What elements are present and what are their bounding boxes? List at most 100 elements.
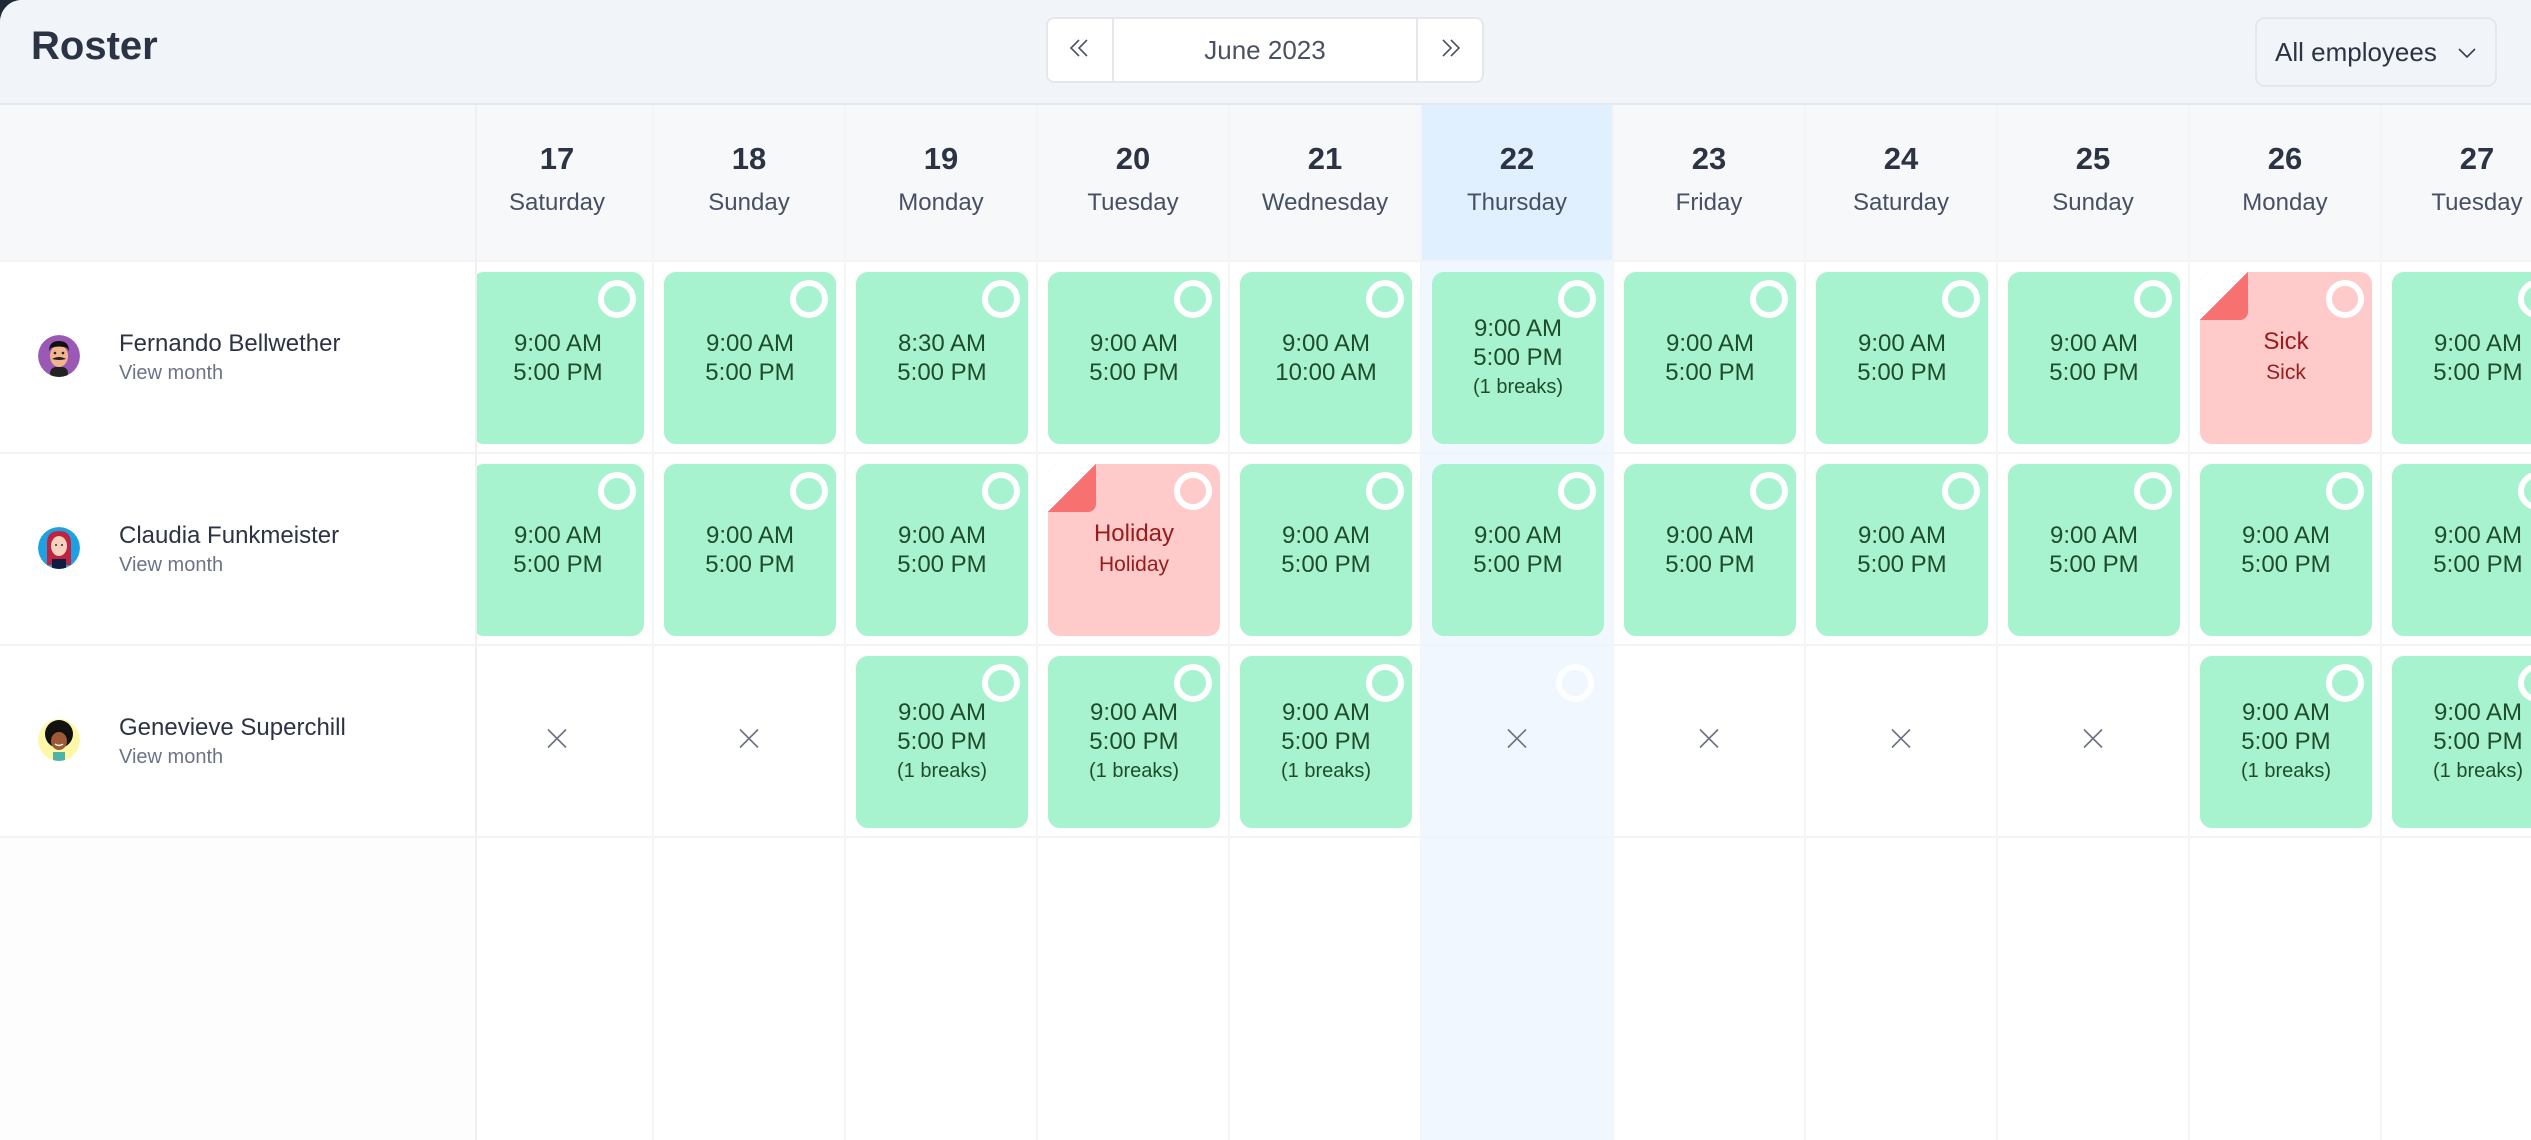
view-month-link[interactable]: View month (119, 362, 223, 385)
roster-cell[interactable]: 9:00 AM 5:00 PM (1614, 262, 1804, 454)
roster-cell[interactable]: 9:00 AM 5:00 PM (1998, 454, 2188, 646)
roster-cell[interactable]: 9:00 AM 5:00 PM (462, 454, 652, 646)
select-circle-icon[interactable] (1942, 472, 1980, 510)
roster-cell[interactable]: 9:00 AM 5:00 PM (1806, 262, 1996, 454)
absence-card[interactable]: Holiday Holiday (1048, 464, 1220, 636)
roster-cell[interactable]: 9:00 AM 5:00 PM (846, 454, 1036, 646)
month-label[interactable]: June 2023 (1114, 19, 1416, 81)
shift-card[interactable]: 9:00 AM 5:00 PM (472, 272, 644, 444)
folded-corner-icon (1048, 464, 1096, 512)
shift-start: 9:00 AM (1473, 315, 1563, 342)
employee-filter-select[interactable]: All employees (2255, 17, 2497, 87)
roster-cell[interactable]: 9:00 AM 5:00 PM (1 breaks) (2190, 646, 2380, 838)
select-circle-icon[interactable] (1750, 472, 1788, 510)
view-month-link[interactable]: View month (119, 554, 223, 577)
shift-card[interactable]: 9:00 AM 10:00 AM (1240, 272, 1412, 444)
shift-end: 5:00 PM (1665, 551, 1755, 578)
select-circle-icon[interactable] (1366, 664, 1404, 702)
next-month-button[interactable] (1416, 19, 1482, 81)
select-circle-icon[interactable] (1556, 664, 1594, 702)
roster-cell[interactable]: 9:00 AM 5:00 PM (1 breaks) (1422, 262, 1612, 454)
shift-card[interactable]: 9:00 AM 5:00 PM (1816, 464, 1988, 636)
shift-card[interactable]: 9:00 AM 5:00 PM (1624, 272, 1796, 444)
roster-cell[interactable]: 9:00 AM 5:00 PM (2382, 262, 2531, 454)
shift-start: 9:00 AM (1281, 330, 1371, 357)
select-circle-icon[interactable] (2518, 664, 2531, 702)
view-month-link[interactable]: View month (119, 746, 223, 769)
previous-month-button[interactable] (1048, 19, 1114, 81)
select-circle-icon[interactable] (2518, 280, 2531, 318)
shift-card[interactable]: 9:00 AM 5:00 PM (2200, 464, 2372, 636)
roster-cell[interactable]: 9:00 AM 5:00 PM (1614, 454, 1804, 646)
shift-card[interactable]: 9:00 AM 5:00 PM (2392, 464, 2531, 636)
roster-cell[interactable]: 9:00 AM 5:00 PM (1998, 262, 2188, 454)
select-circle-icon[interactable] (790, 280, 828, 318)
select-circle-icon[interactable] (598, 472, 636, 510)
select-circle-icon[interactable] (2134, 280, 2172, 318)
shift-card[interactable]: 9:00 AM 5:00 PM (2392, 272, 2531, 444)
select-circle-icon[interactable] (1174, 280, 1212, 318)
roster-cell[interactable]: 9:00 AM 5:00 PM (462, 262, 652, 454)
shift-card[interactable]: 9:00 AM 5:00 PM (1624, 464, 1796, 636)
shift-card[interactable]: 9:00 AM 5:00 PM (664, 464, 836, 636)
select-circle-icon[interactable] (982, 472, 1020, 510)
roster-cell[interactable]: 9:00 AM 5:00 PM (1230, 454, 1420, 646)
shift-card[interactable]: 9:00 AM 5:00 PM (1240, 464, 1412, 636)
select-circle-icon[interactable] (1174, 664, 1212, 702)
shift-card[interactable]: 9:00 AM 5:00 PM (1 breaks) (2200, 656, 2372, 828)
select-circle-icon[interactable] (1366, 280, 1404, 318)
shift-card[interactable]: 9:00 AM 5:00 PM (2008, 272, 2180, 444)
select-circle-icon[interactable] (598, 280, 636, 318)
roster-cell[interactable]: 9:00 AM 5:00 PM (2190, 454, 2380, 646)
roster-cell[interactable]: 9:00 AM 5:00 PM (1806, 454, 1996, 646)
roster-cell[interactable] (654, 646, 844, 838)
roster-cell[interactable]: 9:00 AM 5:00 PM (1 breaks) (2382, 646, 2531, 838)
select-circle-icon[interactable] (790, 472, 828, 510)
roster-cell[interactable]: 9:00 AM 5:00 PM (1 breaks) (846, 646, 1036, 838)
shift-card[interactable]: 9:00 AM 5:00 PM (2008, 464, 2180, 636)
roster-cell[interactable] (1614, 646, 1804, 838)
roster-cell[interactable]: 9:00 AM 5:00 PM (1 breaks) (1230, 646, 1420, 838)
roster-cell[interactable]: 9:00 AM 5:00 PM (1038, 262, 1228, 454)
shift-card[interactable]: 9:00 AM 5:00 PM (1048, 272, 1220, 444)
roster-cell[interactable]: Holiday Holiday (1038, 454, 1228, 646)
roster-cell[interactable]: 9:00 AM 5:00 PM (654, 454, 844, 646)
select-circle-icon[interactable] (1558, 472, 1596, 510)
select-circle-icon[interactable] (2518, 472, 2531, 510)
shift-card[interactable]: 9:00 AM 5:00 PM (1 breaks) (1432, 272, 1604, 444)
roster-cell[interactable] (1998, 646, 2188, 838)
shift-card[interactable]: 9:00 AM 5:00 PM (472, 464, 644, 636)
roster-cell[interactable]: 8:30 AM 5:00 PM (846, 262, 1036, 454)
select-circle-icon[interactable] (1750, 280, 1788, 318)
roster-cell[interactable] (462, 646, 652, 838)
shift-card[interactable]: 9:00 AM 5:00 PM (856, 464, 1028, 636)
select-circle-icon[interactable] (1942, 280, 1980, 318)
shift-card[interactable]: 9:00 AM 5:00 PM (1 breaks) (856, 656, 1028, 828)
shift-card[interactable]: 8:30 AM 5:00 PM (856, 272, 1028, 444)
roster-cell[interactable]: Sick Sick (2190, 262, 2380, 454)
roster-cell[interactable]: 9:00 AM 5:00 PM (1 breaks) (1038, 646, 1228, 838)
shift-card[interactable]: 9:00 AM 5:00 PM (1816, 272, 1988, 444)
select-circle-icon[interactable] (2326, 472, 2364, 510)
select-circle-icon[interactable] (982, 280, 1020, 318)
roster-cell[interactable]: 9:00 AM 5:00 PM (1422, 454, 1612, 646)
roster-cell[interactable] (1422, 646, 1612, 838)
roster-cell[interactable]: 9:00 AM 5:00 PM (654, 262, 844, 454)
select-circle-icon[interactable] (982, 664, 1020, 702)
select-circle-icon[interactable] (2134, 472, 2172, 510)
select-circle-icon[interactable] (1174, 472, 1212, 510)
roster-cell[interactable] (1806, 646, 1996, 838)
shift-card[interactable]: 9:00 AM 5:00 PM (1 breaks) (1240, 656, 1412, 828)
roster-cell[interactable]: 9:00 AM 5:00 PM (2382, 454, 2531, 646)
select-circle-icon[interactable] (2326, 664, 2364, 702)
shift-card[interactable]: 9:00 AM 5:00 PM (664, 272, 836, 444)
absence-card[interactable]: Sick Sick (2200, 272, 2372, 444)
select-circle-icon[interactable] (1366, 472, 1404, 510)
shift-card[interactable]: 9:00 AM 5:00 PM (1 breaks) (1048, 656, 1220, 828)
select-circle-icon[interactable] (2326, 280, 2364, 318)
shift-end: 5:00 PM (705, 359, 795, 386)
roster-cell[interactable]: 9:00 AM 10:00 AM (1230, 262, 1420, 454)
shift-card[interactable]: 9:00 AM 5:00 PM (1 breaks) (2392, 656, 2531, 828)
shift-card[interactable]: 9:00 AM 5:00 PM (1432, 464, 1604, 636)
select-circle-icon[interactable] (1558, 280, 1596, 318)
